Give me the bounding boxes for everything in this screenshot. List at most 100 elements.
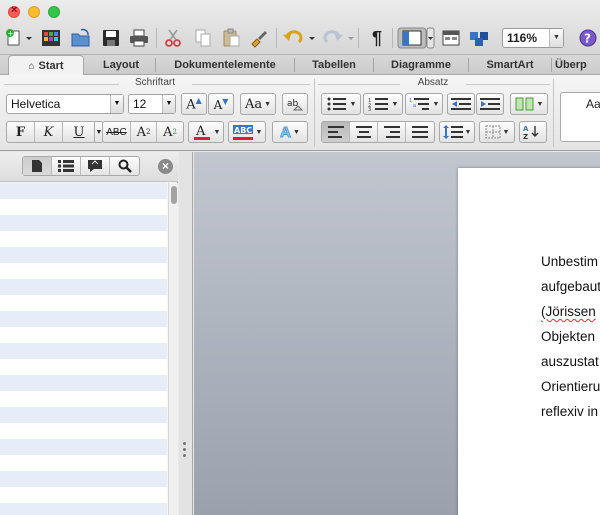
template-gallery-button[interactable]	[38, 26, 64, 50]
font-size-value: 12	[133, 97, 147, 111]
save-button[interactable]	[98, 26, 124, 50]
toolbar-separator	[358, 28, 359, 48]
close-window-button[interactable]	[8, 4, 20, 18]
tab-smartart[interactable]: SmartArt	[470, 55, 550, 75]
svg-text:3: 3	[368, 107, 371, 111]
tab-tabellen[interactable]: Tabellen	[296, 55, 372, 75]
open-folder-icon	[71, 28, 90, 47]
undo-button[interactable]	[280, 26, 318, 50]
sidebar-header: ×	[0, 152, 178, 182]
scissors-icon	[165, 29, 181, 47]
tab-diagramme[interactable]: Diagramme	[375, 55, 467, 75]
columns-button[interactable]: ▼	[510, 93, 548, 115]
align-left-icon	[327, 126, 344, 138]
minimize-window-button[interactable]	[28, 6, 40, 18]
format-painter-button[interactable]	[246, 26, 272, 50]
sidebar: ×	[0, 152, 178, 515]
close-sidebar-button[interactable]: ×	[158, 159, 173, 174]
text-effects-icon: A	[280, 123, 292, 141]
tab-ueberpruefen[interactable]: Überp	[555, 55, 600, 75]
tab-layout[interactable]: Layout	[88, 55, 154, 75]
tab-dokumentelemente[interactable]: Dokumentelemente	[157, 55, 293, 75]
sidebar-tab-thumbnails[interactable]	[23, 157, 52, 175]
justify-button[interactable]	[406, 122, 434, 142]
toolbox-button[interactable]	[466, 26, 492, 50]
superscript-button[interactable]: A2	[131, 122, 157, 142]
multilevel-list-button[interactable]: 1a ▼	[405, 93, 443, 115]
sidebar-row	[0, 327, 167, 343]
sidebar-row	[0, 183, 167, 199]
line-spacing-button[interactable]: ▼	[439, 121, 475, 143]
sidebar-view-switch	[22, 156, 140, 176]
font-name-value: Helvetica	[11, 97, 61, 111]
align-center-button[interactable]	[350, 122, 378, 142]
tab-start[interactable]: ⌂ Start	[8, 55, 84, 76]
scrollbar-thumb[interactable]	[171, 186, 177, 204]
copy-button[interactable]	[190, 26, 216, 50]
view-mode-button[interactable]	[397, 26, 435, 50]
highlight-button[interactable]: ABC ▼	[228, 121, 266, 143]
align-right-button[interactable]	[378, 122, 406, 142]
clear-formatting-button[interactable]: ab	[282, 93, 308, 115]
show-formatting-button[interactable]: ¶	[364, 26, 390, 50]
underline-button[interactable]: U	[63, 122, 95, 142]
document-page[interactable]: Unbestim aufgebaut (Jörissen Objekten au…	[458, 168, 600, 515]
svg-text:1: 1	[409, 98, 412, 104]
sidebar-splitter[interactable]	[179, 152, 193, 515]
chevron-down-icon: ▼	[162, 95, 175, 113]
shrink-font-button[interactable]: A▼	[208, 93, 234, 115]
grow-font-button[interactable]: A▲	[181, 93, 207, 115]
italic-button[interactable]: K	[35, 122, 63, 142]
change-case-button[interactable]: Aa ▼	[240, 93, 276, 115]
copy-icon	[195, 29, 211, 47]
sidebar-tab-outline[interactable]	[52, 157, 81, 175]
style-preview: Aa	[586, 97, 600, 111]
borders-button[interactable]: ▼	[479, 121, 515, 143]
sidebar-scrollbar[interactable]	[168, 183, 178, 515]
paste-button[interactable]	[218, 26, 244, 50]
cut-button[interactable]	[160, 26, 186, 50]
new-document-button[interactable]: +	[4, 26, 34, 50]
redo-button[interactable]	[320, 26, 356, 50]
sort-icon: A Z	[523, 125, 539, 140]
chevron-down-icon: ▼	[464, 128, 472, 136]
zoom-window-button[interactable]	[48, 6, 60, 18]
media-browser-icon	[442, 30, 460, 46]
font-size-select[interactable]: 12 ▼	[128, 94, 176, 114]
document-line: aufgebaut	[541, 279, 600, 294]
align-left-button[interactable]	[322, 122, 350, 142]
save-disk-icon	[103, 30, 119, 46]
sidebar-row	[0, 423, 167, 439]
sidebar-tab-comments[interactable]	[81, 157, 110, 175]
decrease-indent-icon	[451, 98, 471, 110]
zoom-select[interactable]: 116% ▼	[502, 28, 564, 48]
document-line: Orientieru	[541, 379, 600, 394]
bold-button[interactable]: F	[7, 122, 35, 142]
sidebar-tab-search[interactable]	[110, 157, 139, 175]
tab-label: Start	[38, 60, 64, 72]
strikethrough-button[interactable]: ABC	[103, 122, 131, 142]
redo-icon	[323, 30, 354, 44]
sort-button[interactable]: A Z	[519, 121, 547, 143]
bullets-button[interactable]: ▼	[321, 93, 361, 115]
document-line: auszustat	[541, 354, 599, 369]
font-color-button[interactable]: A ▼	[188, 121, 224, 143]
subscript-button[interactable]: A2	[157, 122, 183, 142]
media-browser-button[interactable]	[438, 26, 464, 50]
styles-gallery[interactable]: Aa	[560, 92, 600, 142]
tab-divider	[294, 58, 295, 72]
font-name-select[interactable]: Helvetica ▼	[6, 94, 124, 114]
help-button[interactable]: ?	[576, 26, 600, 50]
sidebar-row	[0, 375, 167, 391]
increase-indent-button[interactable]	[476, 93, 504, 115]
ribbon-tabs: ⌂ Start Layout Dokumentelemente Tabellen …	[0, 55, 600, 76]
bullet-list-icon	[327, 97, 346, 111]
decrease-indent-button[interactable]	[447, 93, 475, 115]
open-button[interactable]	[68, 26, 94, 50]
sidebar-row	[0, 199, 167, 215]
numbering-button[interactable]: 123 ▼	[363, 93, 403, 115]
undo-icon	[283, 30, 315, 44]
print-button[interactable]	[126, 26, 152, 50]
text-effects-button[interactable]: A ▼	[272, 121, 308, 143]
sidebar-row	[0, 407, 167, 423]
